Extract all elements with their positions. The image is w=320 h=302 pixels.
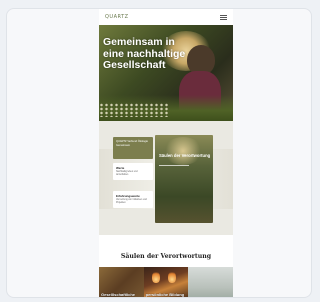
experience-tile-text: Vernetzung von Initiativen und Projekten: [116, 199, 147, 204]
site-logo[interactable]: QUARTZ: [105, 14, 129, 20]
value-tile-text: Nachhaltig leben und wirtschaften: [116, 171, 138, 176]
pillar-card-society[interactable]: Geselllschaftliche: [99, 267, 144, 297]
value-tile-title: Werte: [116, 166, 125, 170]
feature-photo-title: Säulen der Verortwortung: [159, 153, 211, 158]
top-bar: QUARTZ: [99, 9, 233, 25]
hero-section: Gemeinsam in eine nachhaltige Gesellscha…: [99, 25, 233, 121]
hamburger-menu-icon[interactable]: [220, 14, 227, 20]
feature-photo-card[interactable]: Säulen der Verortwortung: [155, 135, 213, 223]
candle-flame: [167, 271, 176, 283]
pillars-section: Säulen der Verortwortung Geselllschaftli…: [99, 235, 233, 297]
pillars-grid: Geselllschaftliche persönliche Bildung: [99, 267, 233, 297]
green-info-tile[interactable]: QUARTZ Verbund Ökologie Gemeinsam: [113, 137, 153, 159]
flowers: [99, 103, 169, 117]
hero-title: Gemeinsam in eine nachhaltige Gesellscha…: [103, 36, 186, 71]
value-tile[interactable]: Werte Nachhaltig leben und wirtschaften: [113, 163, 153, 180]
experience-tile[interactable]: Erfahrungswerte Vernetzung von Initiativ…: [113, 191, 153, 208]
pillar-label: persönliche Bildung: [145, 291, 185, 297]
mobile-page-preview[interactable]: QUARTZ Gemeinsam in eine nachhaltige Ges…: [99, 9, 233, 297]
candle-flame: [151, 271, 160, 283]
pillar-card-education[interactable]: persönliche Bildung: [143, 267, 189, 297]
pillar-card-nature[interactable]: [188, 267, 233, 297]
preview-card: QUARTZ Gemeinsam in eine nachhaltige Ges…: [6, 8, 312, 298]
experience-tile-title: Erfahrungswerte: [116, 194, 140, 198]
pillars-heading: Säulen der Verortwortung: [120, 253, 212, 260]
values-section: QUARTZ Verbund Ökologie Gemeinsam Werte …: [99, 121, 233, 235]
divider: [159, 165, 189, 166]
pillar-label: Geselllschaftliche: [101, 291, 136, 297]
green-tile-text: QUARTZ Verbund Ökologie Gemeinsam: [116, 140, 148, 147]
